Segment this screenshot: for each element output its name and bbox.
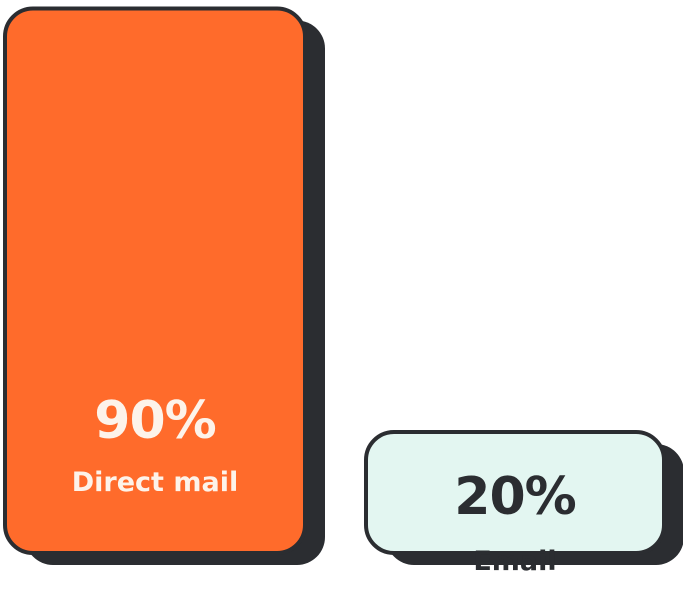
data-label-direct-mail: 90% — [94, 391, 215, 451]
data-label-email: 20% — [454, 467, 575, 527]
category-label-direct-mail: Direct mail — [72, 467, 238, 498]
category-label-email: Email — [473, 546, 556, 577]
bar-chart: 90% Direct mail 20% Email — [3, 6, 683, 577]
